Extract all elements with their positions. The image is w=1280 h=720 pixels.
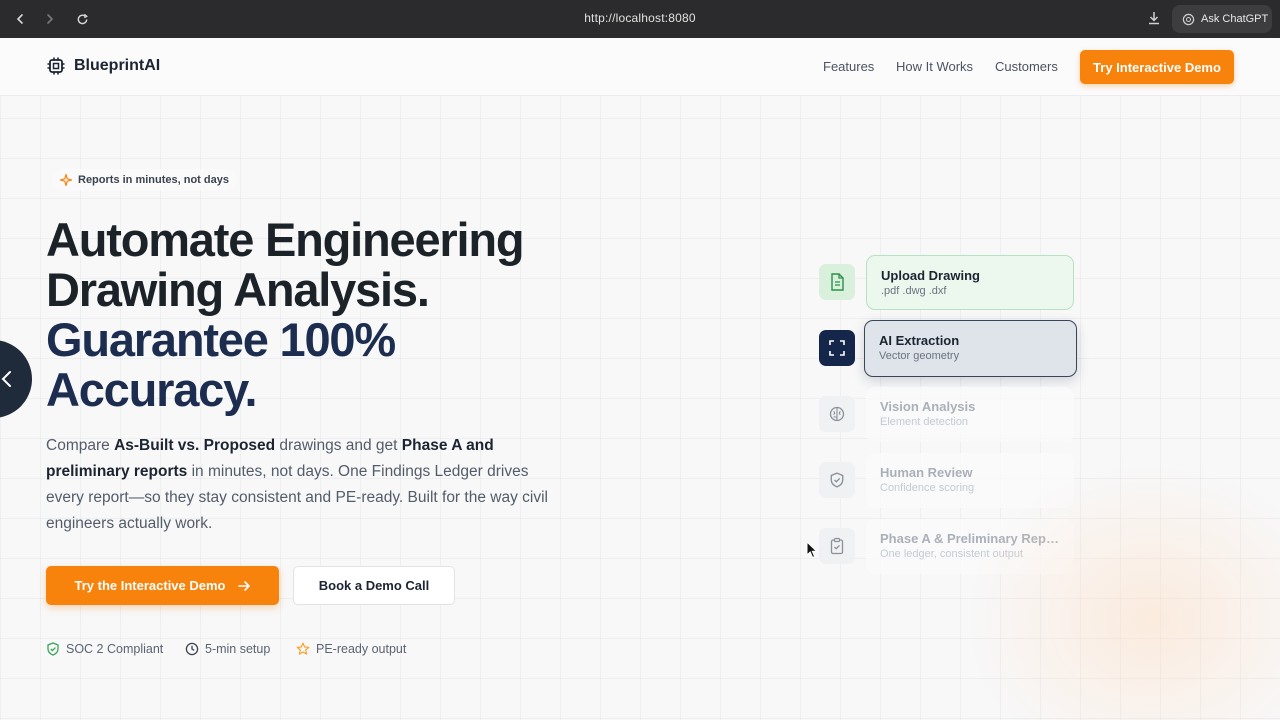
chip-icon: [47, 57, 65, 75]
pipeline-step-icon: [819, 264, 855, 300]
clipboard-check-icon: [830, 537, 844, 555]
step-title: Human Review: [880, 465, 973, 480]
step-subtitle: One ledger, consistent output: [880, 548, 1024, 560]
step-title: Upload Drawing: [881, 268, 980, 283]
pipeline-step-upload: Upload Drawing .pdf .dwg .dxf: [866, 255, 1074, 310]
chatgpt-icon: [1182, 13, 1195, 25]
clock-icon: [185, 642, 199, 656]
pipeline-step-ai-extraction: AI Extraction Vector geometry: [864, 320, 1077, 377]
nav-link-how-it-works[interactable]: How It Works: [896, 59, 973, 74]
headline-line-1: Automate Engineering: [46, 213, 525, 266]
pipeline-step-icon: [819, 462, 855, 498]
download-button[interactable]: [1146, 10, 1164, 28]
site-header: BlueprintAI Features How It Works Custom…: [0, 38, 1280, 96]
pipeline-step-icon: [819, 330, 855, 366]
hero-headline: Automate Engineering Drawing Analysis. G…: [46, 215, 646, 415]
trust-badge-pe-ready: PE-ready output: [296, 642, 406, 656]
step-subtitle: Vector geometry: [879, 350, 960, 362]
hero-description: Compare As-Built vs. Proposed drawings a…: [46, 433, 556, 537]
shield-check-icon: [47, 642, 59, 656]
nav-link-features[interactable]: Features: [823, 59, 874, 74]
step-title: Vision Analysis: [880, 399, 976, 414]
browser-toolbar: http://localhost:8080 Ask ChatGPT: [0, 0, 1280, 38]
step-title: AI Extraction: [879, 333, 960, 348]
step-title: Phase A & Preliminary Repo...: [880, 531, 1060, 546]
scan-icon: [829, 340, 845, 356]
trust-badge-label: PE-ready output: [316, 642, 407, 656]
headline-accent-line-2: Accuracy.: [46, 363, 258, 416]
star-icon: [296, 642, 310, 655]
step-subtitle: Confidence scoring: [880, 482, 975, 494]
ask-chatgpt-label: Ask ChatGPT: [1201, 13, 1269, 25]
pipeline-step-icon: [819, 396, 855, 432]
hero-badge-label: Reports in minutes, not days: [78, 174, 229, 186]
try-interactive-demo-button[interactable]: Try Interactive Demo: [1080, 50, 1234, 84]
brand-logo[interactable]: BlueprintAI: [46, 56, 160, 76]
landing-page: BlueprintAI Features How It Works Custom…: [0, 38, 1280, 720]
trust-badge-soc2: SOC 2 Compliant: [46, 642, 163, 656]
pipeline-step-icon: [819, 528, 855, 564]
file-icon: [831, 273, 844, 291]
step-subtitle: .pdf .dwg .dxf: [881, 285, 947, 297]
mouse-cursor-icon: [806, 541, 818, 559]
shield-check-icon: [830, 472, 844, 488]
trust-badge-setup: 5-min setup: [185, 642, 270, 656]
nav-link-customers[interactable]: Customers: [995, 59, 1058, 74]
try-demo-label: Try the Interactive Demo: [74, 578, 226, 593]
sparkle-icon: [60, 174, 72, 186]
trust-badge-label: 5-min setup: [205, 642, 271, 656]
carousel-prev-button[interactable]: [0, 340, 32, 418]
brand-name: BlueprintAI: [74, 57, 161, 74]
chevron-left-icon: [1, 371, 11, 387]
desc-emphasis: As-Built vs. Proposed: [114, 437, 276, 454]
ask-chatgpt-button[interactable]: Ask ChatGPT: [1172, 5, 1272, 33]
pipeline-step-vision-analysis: Vision Analysis Element detection: [866, 387, 1074, 442]
pipeline-step-reports: Phase A & Preliminary Repo... One ledger…: [866, 519, 1074, 574]
headline-accent-line-1: Guarantee 100%: [46, 313, 396, 366]
try-demo-button[interactable]: Try the Interactive Demo: [46, 566, 279, 605]
headline-line-2: Drawing Analysis.: [46, 263, 430, 316]
desc-text: Compare: [46, 437, 115, 454]
address-bar[interactable]: http://localhost:8080: [0, 11, 1280, 25]
brain-icon: [829, 406, 845, 422]
pipeline-step-human-review: Human Review Confidence scoring: [866, 453, 1074, 508]
trust-badge-label: SOC 2 Compliant: [66, 642, 164, 656]
arrow-right-icon: [237, 580, 250, 591]
hero-badge: Reports in minutes, not days: [52, 169, 237, 191]
download-icon: [1149, 12, 1159, 25]
step-subtitle: Element detection: [880, 416, 969, 428]
desc-text: drawings and get: [275, 437, 402, 454]
book-demo-call-button[interactable]: Book a Demo Call: [293, 566, 455, 605]
